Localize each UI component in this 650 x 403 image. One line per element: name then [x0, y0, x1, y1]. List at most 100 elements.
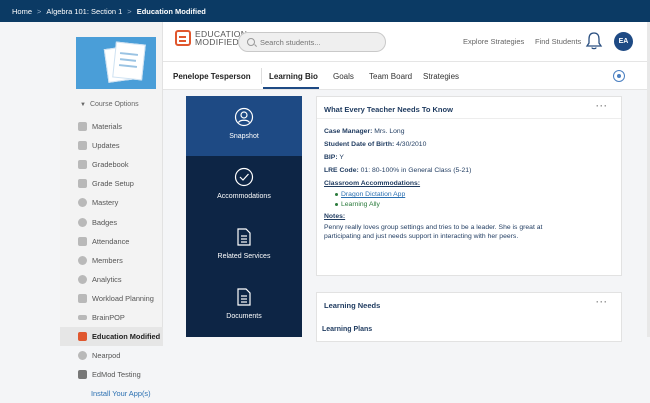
analytics-icon — [78, 274, 87, 284]
field-label: Case Manager: — [324, 128, 373, 135]
sidebar-item-label: Grade Setup — [92, 179, 134, 189]
sidebar-item-workload-planning[interactable]: Workload Planning — [60, 289, 163, 308]
document-icon — [237, 288, 251, 306]
course-image — [76, 37, 156, 89]
sidebar-nav: Materials Updates Gradebook Grade Setup … — [60, 117, 163, 403]
menu-accommodations[interactable]: Accommodations — [186, 156, 302, 216]
card-title: Learning Needs ··· — [317, 293, 621, 315]
menu-label: Documents — [226, 313, 262, 320]
brainpop-icon — [78, 314, 87, 320]
sidebar-item-label: BrainPOP — [92, 312, 125, 322]
field-value: Y — [339, 154, 344, 161]
breadcrumb-current: Education Modified — [136, 6, 206, 16]
attendance-icon — [78, 236, 87, 246]
grade-setup-icon — [78, 179, 87, 189]
case-manager-row: Case Manager: Mrs. Long — [324, 127, 614, 136]
student-name: Penelope Tesperson — [173, 72, 251, 81]
sidebar-item-materials[interactable]: Materials — [60, 117, 163, 136]
user-avatar[interactable]: EA — [614, 32, 633, 51]
menu-snapshot[interactable]: Snapshot — [186, 96, 302, 156]
card-body: Case Manager: Mrs. Long Student Date of … — [317, 119, 621, 249]
search-icon — [247, 38, 255, 46]
document-icon — [237, 228, 251, 246]
materials-icon — [78, 122, 87, 132]
field-label: Student Date of Birth: — [324, 141, 395, 148]
tab-learning-bio[interactable]: Learning Bio — [269, 72, 318, 81]
sidebar-item-label: EdMod Testing — [92, 370, 141, 380]
list-item[interactable]: Dragon Dictation App — [335, 190, 614, 199]
sidebar-item-brainpop[interactable]: BrainPOP — [60, 308, 163, 327]
field-label: BIP: — [324, 154, 338, 161]
breadcrumb-separator: > — [127, 6, 132, 16]
sidebar-item-analytics[interactable]: Analytics — [60, 270, 163, 289]
course-options-label: Course Options — [89, 101, 139, 108]
check-circle-icon — [234, 167, 254, 187]
sidebar-item-updates[interactable]: Updates — [60, 136, 163, 155]
sidebar-item-badges[interactable]: Badges — [60, 212, 163, 231]
dob-row: Student Date of Birth: 4/30/2010 — [324, 140, 614, 149]
teacher-needs-card: What Every Teacher Needs To Know ··· Cas… — [316, 96, 622, 276]
field-value: 4/30/2010 — [396, 141, 427, 148]
sidebar-item-label: Attendance — [92, 236, 130, 246]
mastery-icon — [78, 198, 87, 208]
course-options-toggle[interactable]: ▼ Course Options — [80, 101, 139, 108]
field-value: 01: 80-100% in General Class (5-21) — [360, 167, 472, 174]
list-item: Learning Ally — [335, 200, 614, 209]
menu-label: Snapshot — [229, 133, 259, 140]
sidebar-item-label: Materials — [92, 122, 122, 132]
breadcrumb: Home > Algebra 101: Section 1 > Educatio… — [0, 0, 650, 22]
tab-team-board[interactable]: Team Board — [369, 72, 412, 81]
sidebar-item-gradebook[interactable]: Gradebook — [60, 155, 163, 174]
sidebar-item-edmod-testing[interactable]: EdMod Testing — [60, 365, 163, 384]
sidebar-item-label: Badges — [92, 217, 118, 227]
more-options-icon[interactable]: ··· — [596, 297, 608, 307]
app-header: EDUCATION MODIFIED Explore Strategies Fi… — [163, 22, 650, 62]
breadcrumb-separator: > — [37, 6, 42, 16]
sidebar-item-mastery[interactable]: Mastery — [60, 193, 163, 212]
learning-needs-card: Learning Needs ··· — [316, 292, 622, 342]
updates-icon — [78, 141, 87, 151]
tab-divider — [261, 68, 262, 84]
sidebar-item-label: Workload Planning — [92, 293, 154, 303]
sidebar-item-grade-setup[interactable]: Grade Setup — [60, 174, 163, 193]
course-sidebar: ▼ Course Options Materials Updates Grade… — [60, 22, 163, 398]
user-circle-icon — [234, 107, 254, 127]
gear-icon[interactable] — [613, 70, 625, 82]
learning-plans-heading: Learning Plans — [322, 326, 373, 333]
field-value: Mrs. Long — [374, 128, 405, 135]
notes-text: Penny really loves group settings and tr… — [324, 224, 543, 240]
sidebar-item-members[interactable]: Members — [60, 251, 163, 270]
bell-icon[interactable] — [585, 31, 603, 51]
breadcrumb-course[interactable]: Algebra 101: Section 1 — [46, 7, 122, 16]
install-apps-link[interactable]: Install Your App(s) — [60, 384, 163, 403]
education-modified-logo[interactable]: EDUCATION MODIFIED — [175, 30, 247, 46]
badges-icon — [78, 217, 87, 227]
explore-strategies-link[interactable]: Explore Strategies — [463, 37, 524, 46]
card-title: What Every Teacher Needs To Know ··· — [317, 97, 621, 119]
tab-strategies[interactable]: Strategies — [423, 72, 459, 81]
sidebar-item-label: Gradebook — [92, 160, 129, 170]
menu-related-services[interactable]: Related Services — [186, 216, 302, 276]
card-title-text: What Every Teacher Needs To Know — [324, 105, 453, 114]
menu-label: Accommodations — [217, 193, 271, 200]
workload-icon — [78, 293, 87, 303]
tab-goals[interactable]: Goals — [333, 72, 354, 81]
student-tabs: Penelope Tesperson Learning Bio Goals Te… — [163, 62, 650, 90]
nearpod-icon — [78, 351, 87, 361]
edmod-icon — [78, 370, 87, 380]
sidebar-item-label: Mastery — [92, 198, 119, 208]
notes-label: Notes: — [324, 213, 346, 220]
breadcrumb-home[interactable]: Home — [12, 7, 32, 16]
sidebar-item-attendance[interactable]: Attendance — [60, 232, 163, 251]
accommodations-label: Classroom Accommodations: — [324, 180, 421, 187]
card-title-text: Learning Needs — [324, 301, 381, 310]
menu-documents[interactable]: Documents — [186, 276, 302, 336]
sidebar-item-nearpod[interactable]: Nearpod — [60, 346, 163, 365]
sidebar-item-label: Updates — [92, 141, 120, 151]
active-tab-indicator — [263, 87, 319, 89]
more-options-icon[interactable]: ··· — [596, 101, 608, 111]
accommodations-list: Dragon Dictation App Learning Ally — [324, 190, 614, 209]
gradebook-icon — [78, 160, 87, 170]
find-students-link[interactable]: Find Students — [535, 37, 581, 46]
search-input[interactable] — [260, 37, 370, 47]
